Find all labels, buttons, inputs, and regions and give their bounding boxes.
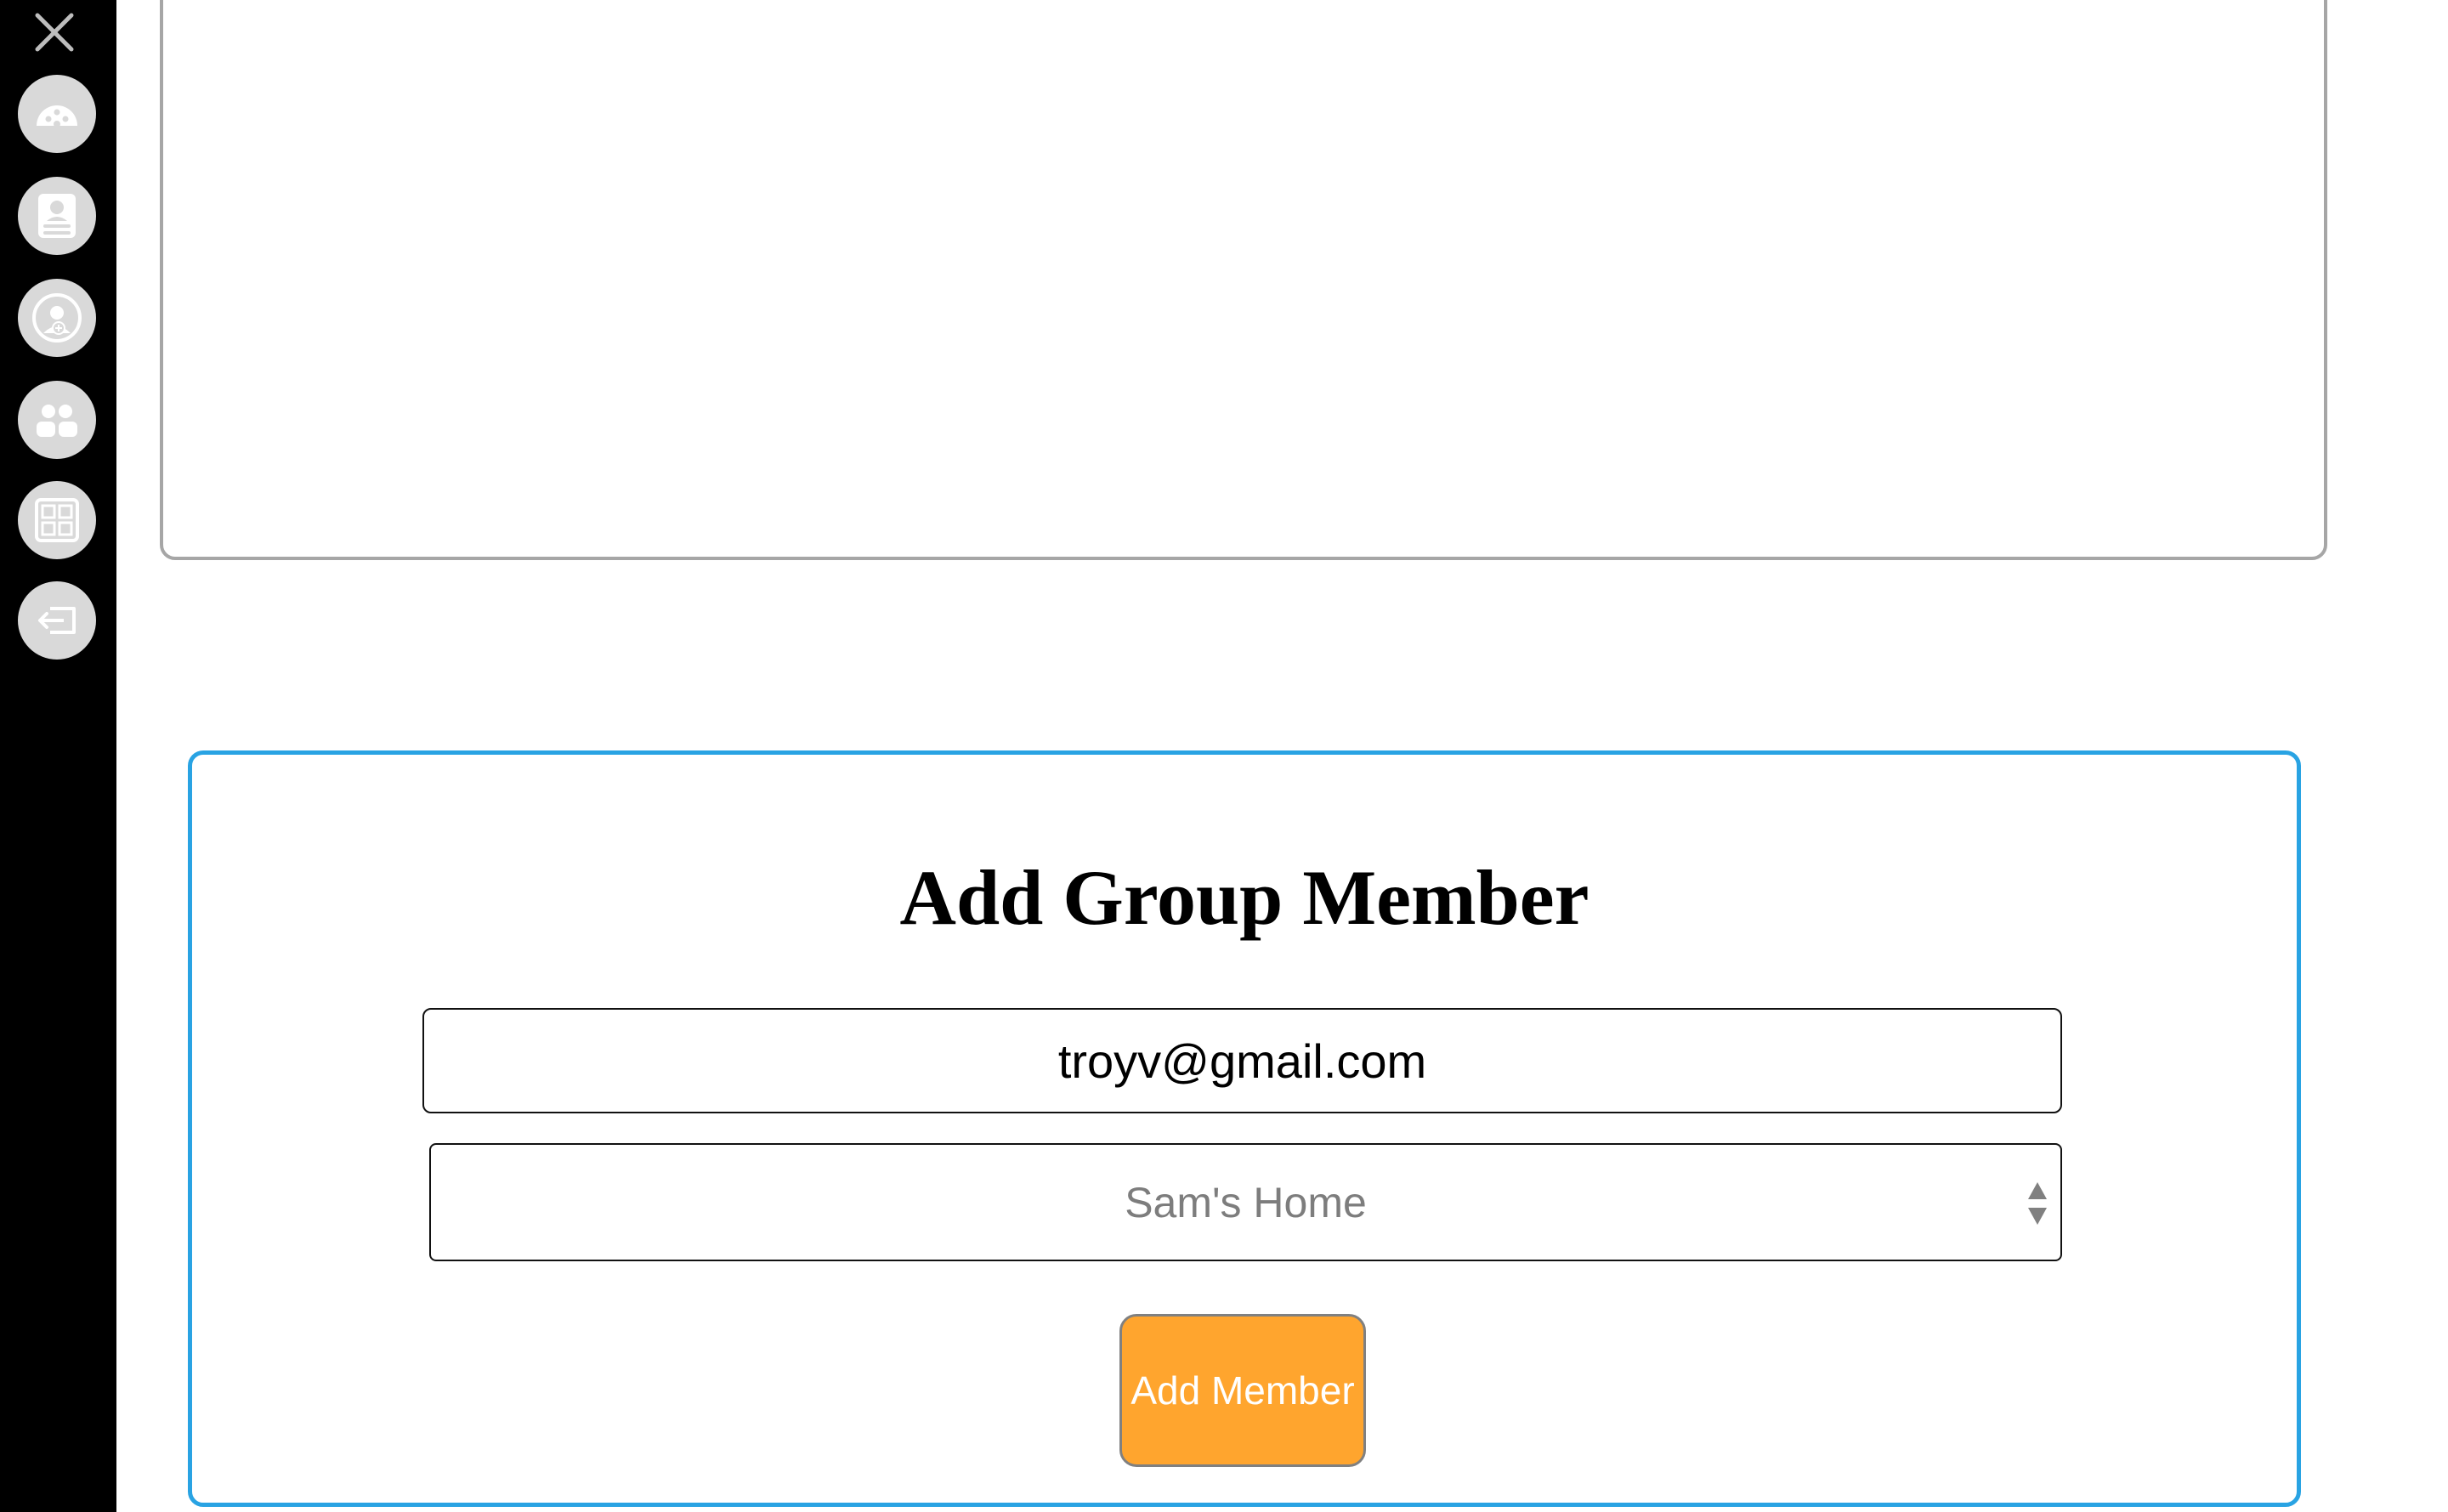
email-input[interactable] [422,1008,2062,1113]
gauge-icon [37,105,77,127]
users-icon [37,405,77,437]
home-select[interactable]: Sam's Home [429,1143,2062,1261]
sidebar [0,0,116,1512]
content-panel [160,0,2327,560]
calculator-icon [35,498,79,542]
sidebar-item-profile[interactable] [18,177,96,255]
home-select-value: Sam's Home [1125,1178,1367,1226]
logout-icon [38,607,76,634]
id-card-icon [38,194,76,238]
close-sidebar-button[interactable] [31,8,78,56]
sidebar-item-dashboard[interactable] [18,75,96,153]
form-title: Add Group Member [899,854,1590,941]
sidebar-item-group[interactable] [18,381,96,459]
user-plus-icon [32,293,82,343]
close-icon [35,13,74,52]
select-arrows-icon [2028,1182,2047,1225]
sidebar-item-add-user[interactable] [18,279,96,357]
add-member-button[interactable]: Add Member [1119,1314,1366,1467]
sidebar-item-logout[interactable] [18,581,96,660]
add-group-member-card: Add Group Member Sam's Home Add Member [188,750,2301,1507]
sidebar-item-calculator[interactable] [18,481,96,559]
